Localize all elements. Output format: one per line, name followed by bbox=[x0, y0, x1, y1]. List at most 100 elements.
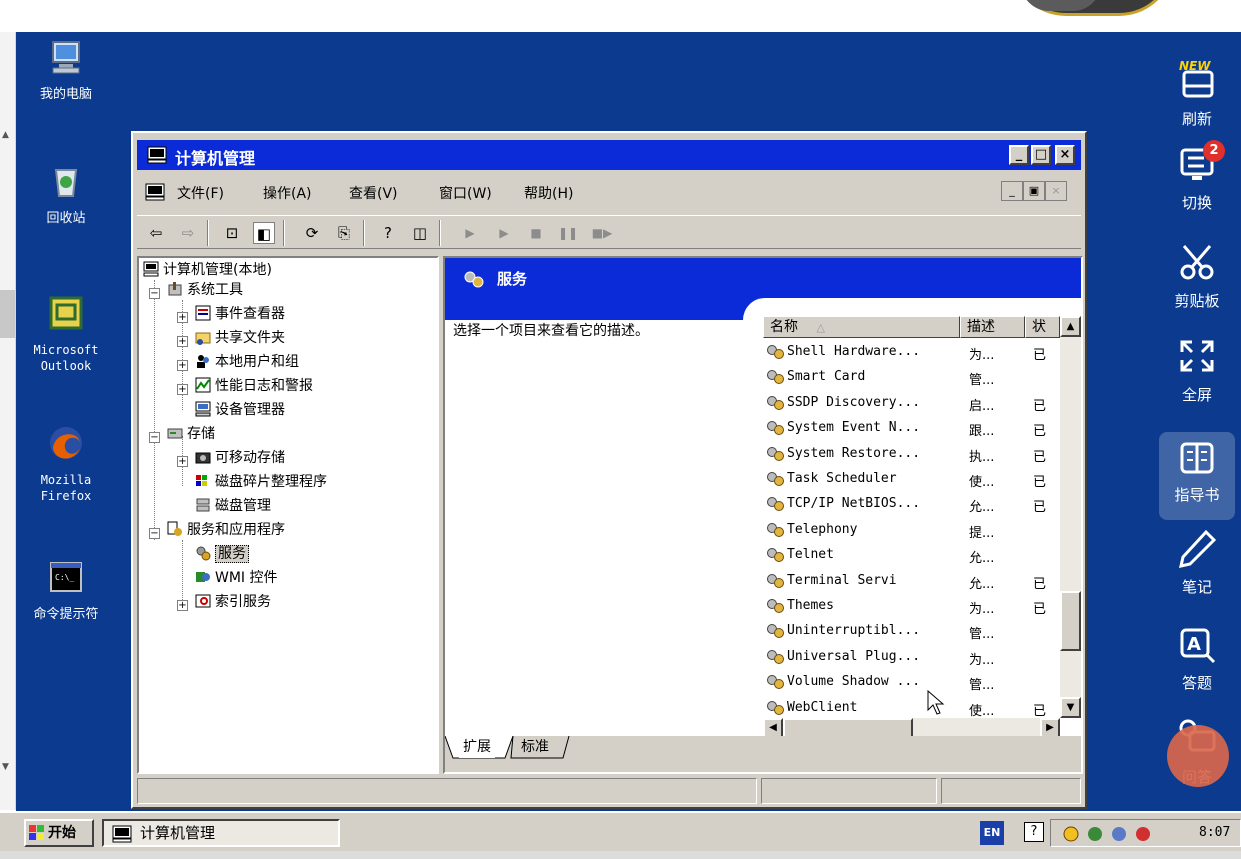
start-service-alt-icon[interactable]: ▶ bbox=[493, 222, 515, 244]
computer-management-icon bbox=[145, 183, 165, 201]
show-tree-icon[interactable]: ◧ bbox=[253, 222, 275, 244]
service-name: Telnet bbox=[787, 547, 834, 563]
service-name: Terminal Servi bbox=[787, 572, 897, 588]
service-gear-icon bbox=[767, 649, 784, 664]
menu-view[interactable]: 查看(V) bbox=[349, 183, 398, 203]
tree-node-disk-management[interactable]: 磁盘管理 bbox=[195, 496, 271, 516]
scroll-up-arrow-icon[interactable]: ▲ bbox=[2, 130, 9, 140]
start-service-icon[interactable]: ▶ bbox=[459, 222, 481, 244]
help-icon[interactable]: ? bbox=[1024, 822, 1044, 842]
device-manager-icon bbox=[195, 401, 211, 417]
service-gear-icon bbox=[767, 370, 784, 385]
tree-node-removable-storage[interactable]: 可移动存储 bbox=[195, 448, 285, 468]
details-pane: 服务 选择一个项目来查看它的描述。 名称 △ 描述 状 Shell Hardwa… bbox=[443, 256, 1083, 774]
services-list[interactable]: 名称 △ 描述 状 Shell Hardware... 为... 已 Smart Ca… bbox=[763, 316, 1081, 738]
scroll-thumb[interactable] bbox=[1060, 591, 1081, 651]
tree-node-services[interactable]: 服务 bbox=[195, 544, 249, 564]
pause-service-icon[interactable]: ❚❚ bbox=[557, 222, 579, 244]
tab-standard[interactable]: 标准 bbox=[517, 736, 553, 758]
tree-node-wmi[interactable]: WMI 控件 bbox=[195, 568, 278, 588]
expand-toggle[interactable]: + bbox=[177, 384, 188, 395]
back-arrow-icon[interactable]: ⇦ bbox=[145, 222, 167, 244]
console-tree[interactable]: 计算机管理(本地) − 系统工具 + 事件查看器 + 共享文件夹 + 本地用户和… bbox=[137, 256, 439, 774]
menu-help[interactable]: 帮助(H) bbox=[524, 183, 573, 203]
taskbar-button-computer-management[interactable]: 计算机管理 bbox=[102, 819, 340, 847]
stop-service-icon[interactable]: ■ bbox=[525, 222, 547, 244]
expand-toggle[interactable]: + bbox=[177, 600, 188, 611]
scroll-up-arrow-icon[interactable]: ▲ bbox=[1060, 316, 1081, 337]
tool-answer[interactable]: A 答题 bbox=[1159, 624, 1235, 693]
scroll-thumb[interactable] bbox=[783, 718, 913, 738]
tree-node-services-apps[interactable]: 服务和应用程序 bbox=[167, 520, 285, 540]
expand-toggle[interactable]: + bbox=[177, 336, 188, 347]
properties-icon[interactable]: ◫ bbox=[409, 222, 431, 244]
tool-notes[interactable]: 笔记 bbox=[1159, 528, 1235, 597]
up-folder-icon[interactable]: ⊡ bbox=[221, 222, 243, 244]
menu-window[interactable]: 窗口(W) bbox=[439, 183, 492, 203]
forward-arrow-icon[interactable]: ⇨ bbox=[177, 222, 199, 244]
scroll-right-arrow-icon[interactable]: ▶ bbox=[1040, 718, 1060, 738]
tree-node-local-users[interactable]: 本地用户和组 bbox=[195, 352, 299, 372]
desktop-icon-firefox[interactable]: Mozilla Firefox bbox=[16, 424, 116, 504]
expand-toggle[interactable]: + bbox=[177, 312, 188, 323]
refresh-icon[interactable]: ⟳ bbox=[301, 222, 323, 244]
tool-guidebook[interactable]: 指导书 bbox=[1159, 432, 1235, 520]
column-header-name[interactable]: 名称 △ bbox=[763, 316, 960, 338]
maximize-button[interactable]: □ bbox=[1031, 145, 1051, 165]
list-horizontal-scrollbar[interactable]: ◀ ▶ bbox=[763, 718, 1060, 738]
desktop-icon-cmd[interactable]: C:\_ 命令提示符 bbox=[16, 558, 116, 623]
language-indicator[interactable]: EN bbox=[980, 821, 1004, 845]
column-header-description[interactable]: 描述 bbox=[960, 316, 1025, 338]
tree-node-shared-folders[interactable]: 共享文件夹 bbox=[195, 328, 285, 348]
computer-management-window[interactable]: 计算机管理 _ □ × 文件(F) 操作(A) 查看(V) 窗口(W) 帮助(H… bbox=[131, 131, 1087, 809]
tree-node-event-viewer[interactable]: 事件查看器 bbox=[195, 304, 285, 324]
desktop-icon-recycle-bin[interactable]: 回收站 bbox=[16, 162, 116, 227]
collapse-toggle[interactable]: − bbox=[149, 432, 160, 443]
service-status: 已 bbox=[1033, 398, 1047, 414]
restart-service-icon[interactable]: ■▶ bbox=[591, 222, 613, 244]
close-button[interactable]: × bbox=[1055, 145, 1075, 165]
service-gear-icon bbox=[767, 446, 784, 461]
tree-node-device-manager[interactable]: 设备管理器 bbox=[195, 400, 285, 420]
scroll-down-arrow-icon[interactable]: ▼ bbox=[1060, 697, 1081, 718]
service-description: 启... bbox=[969, 398, 995, 414]
menu-action[interactable]: 操作(A) bbox=[263, 183, 312, 203]
floating-search-button[interactable] bbox=[1167, 725, 1229, 787]
service-description: 使... bbox=[969, 475, 995, 490]
desktop-icon-my-computer[interactable]: 我的电脑 bbox=[16, 38, 116, 103]
expand-toggle[interactable]: + bbox=[177, 360, 188, 371]
scroll-left-arrow-icon[interactable]: ◀ bbox=[763, 718, 783, 738]
service-gear-icon bbox=[767, 345, 784, 359]
mdi-minimize-button[interactable]: _ bbox=[1001, 181, 1023, 201]
left-scrollbar[interactable]: ▲ ▼ bbox=[0, 32, 16, 810]
clock[interactable]: 8:07 bbox=[1199, 825, 1230, 840]
help-icon[interactable]: ? bbox=[377, 222, 399, 244]
tree-node-system-tools[interactable]: 系统工具 bbox=[167, 280, 243, 300]
tree-node-root[interactable]: 计算机管理(本地) bbox=[143, 260, 272, 280]
desktop-icon-outlook[interactable]: Microsoft Outlook bbox=[16, 294, 116, 374]
tab-extended[interactable]: 扩展 bbox=[459, 736, 495, 758]
collapse-toggle[interactable]: − bbox=[149, 288, 160, 299]
scroll-down-arrow-icon[interactable]: ▼ bbox=[2, 762, 9, 772]
start-button[interactable]: 开始 bbox=[24, 819, 94, 847]
tool-fullscreen[interactable]: 全屏 bbox=[1159, 336, 1235, 405]
service-description: 提... bbox=[969, 525, 995, 541]
mdi-close-button[interactable]: × bbox=[1045, 181, 1067, 201]
mdi-restore-button[interactable]: ▣ bbox=[1023, 181, 1045, 201]
tool-clipboard[interactable]: 剪贴板 bbox=[1159, 242, 1235, 311]
tree-node-perf-logs[interactable]: 性能日志和警报 bbox=[195, 376, 313, 396]
title-bar[interactable]: 计算机管理 _ □ × bbox=[137, 140, 1081, 170]
scroll-thumb[interactable] bbox=[0, 290, 15, 338]
collapse-toggle[interactable]: − bbox=[149, 528, 160, 539]
minimize-button[interactable]: _ bbox=[1009, 145, 1029, 165]
tree-label: 本地用户和组 bbox=[215, 354, 299, 370]
tree-node-defrag[interactable]: 磁盘碎片整理程序 bbox=[195, 472, 327, 492]
column-header-status[interactable]: 状 bbox=[1025, 316, 1060, 338]
menu-file[interactable]: 文件(F) bbox=[177, 183, 224, 203]
tree-node-indexing[interactable]: 索引服务 bbox=[195, 592, 271, 612]
tree-node-storage[interactable]: 存储 bbox=[167, 424, 215, 444]
list-vertical-scrollbar[interactable]: ▲ ▼ bbox=[1060, 316, 1081, 718]
export-list-icon[interactable]: ⎘ bbox=[333, 222, 355, 244]
service-description: 允... bbox=[969, 576, 995, 592]
expand-toggle[interactable]: + bbox=[177, 456, 188, 467]
